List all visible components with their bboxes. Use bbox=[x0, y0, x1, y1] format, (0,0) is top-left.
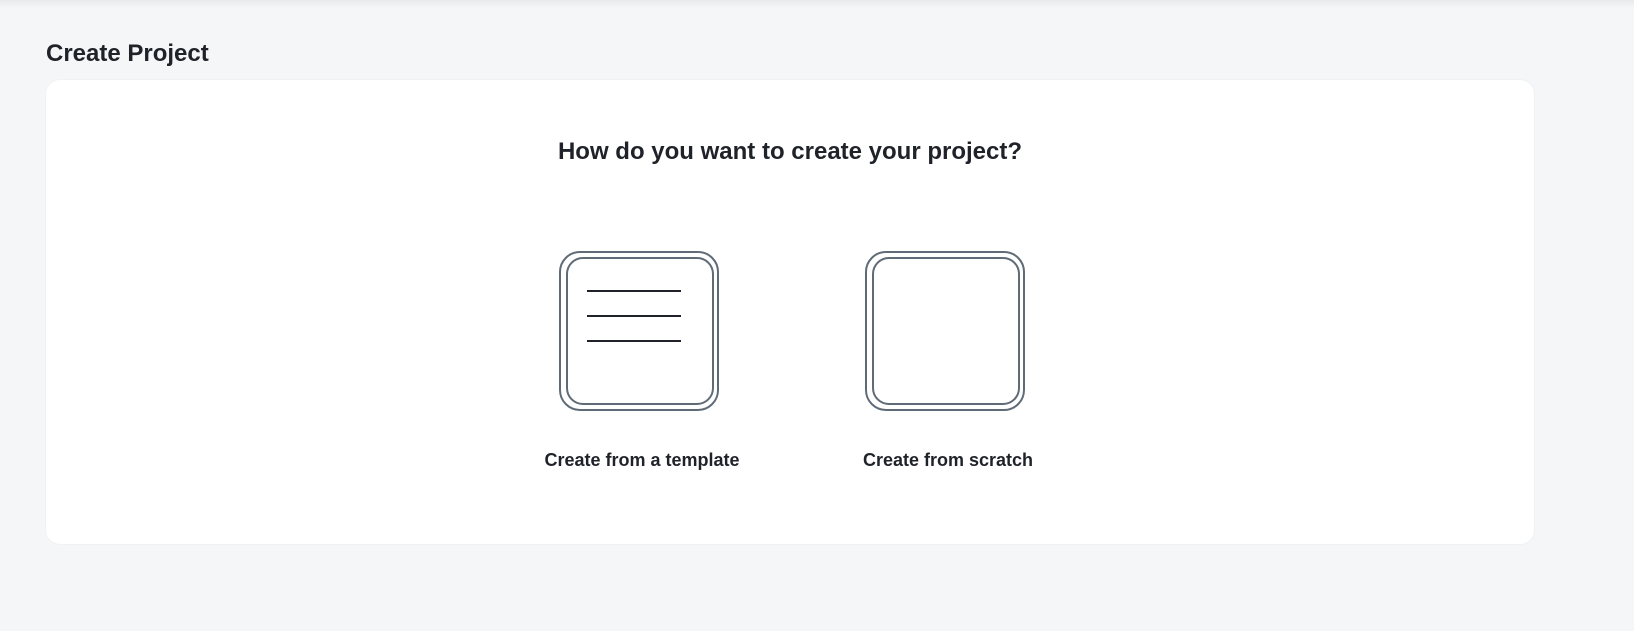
create-from-template-option[interactable]: Create from a template bbox=[532, 250, 752, 480]
create-from-scratch-label: Create from scratch bbox=[862, 450, 1034, 470]
template-document-icon bbox=[559, 250, 729, 420]
top-shadow bbox=[0, 0, 1634, 8]
create-from-template-label: Create from a template bbox=[544, 450, 740, 470]
page-title: Create Project bbox=[46, 40, 209, 67]
blank-document-icon bbox=[865, 250, 1035, 420]
create-method-question: How do you want to create your project? bbox=[557, 138, 1023, 165]
create-project-card: How do you want to create your project? … bbox=[46, 80, 1534, 544]
create-from-scratch-option[interactable]: Create from scratch bbox=[838, 250, 1058, 480]
